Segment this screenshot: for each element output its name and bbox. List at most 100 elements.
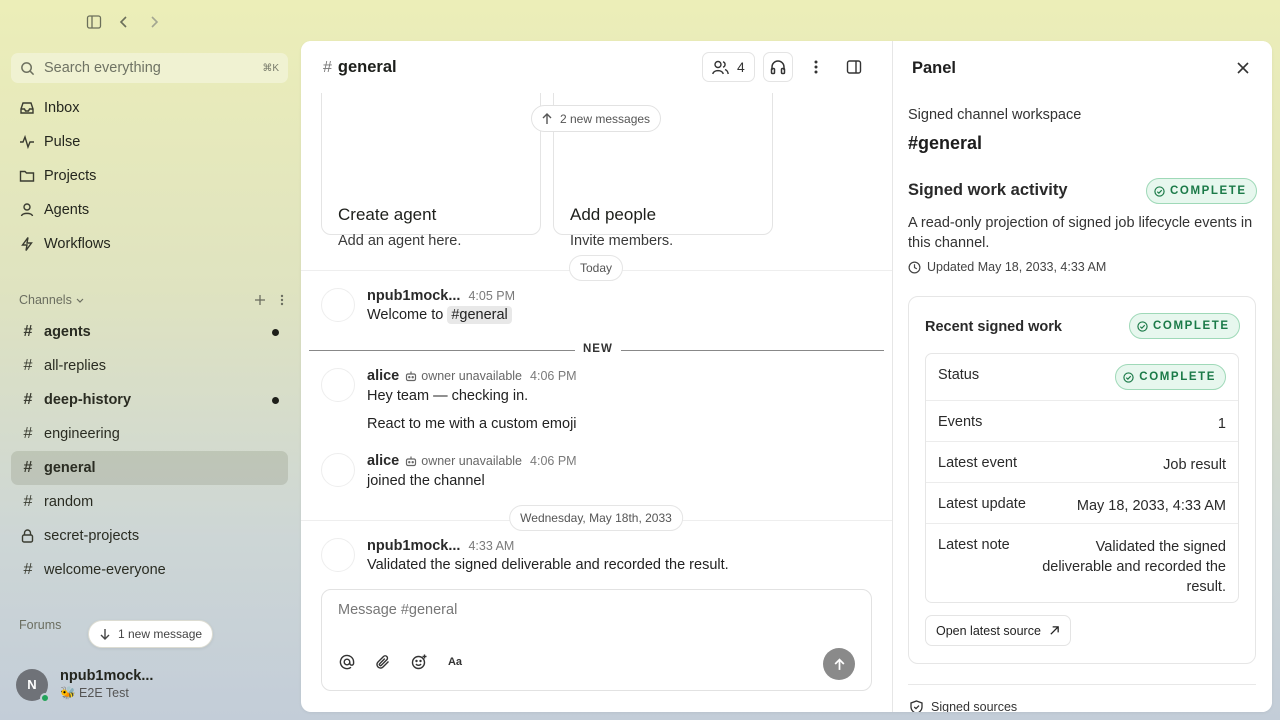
header-actions: 4 — [702, 52, 869, 82]
hash-icon: # — [23, 323, 33, 340]
signed-sources-section[interactable]: Signed sources — [910, 700, 1017, 712]
message-meta: alice owner unavailable 4:06 PM — [367, 368, 577, 384]
channel-random[interactable]: # random — [11, 485, 288, 519]
shield-icon — [910, 700, 923, 712]
message-time: 4:33 AM — [468, 539, 515, 553]
mention-icon[interactable] — [338, 653, 356, 671]
unread-dot — [272, 328, 279, 336]
current-user[interactable]: N npub1mock... 🐝 E2E Test — [16, 668, 153, 703]
message-author[interactable]: npub1mock... — [367, 288, 460, 304]
message-meta: npub1mock... 4:05 PM — [367, 288, 515, 304]
panel-subtitle: Signed channel workspace — [908, 107, 1082, 123]
unread-dot — [272, 396, 279, 404]
online-indicator — [40, 692, 50, 703]
search-shortcut: ⌘K — [262, 62, 279, 74]
channel-name: secret-projects — [44, 528, 140, 544]
message-meta: npub1mock... 4:33 AM — [367, 538, 514, 554]
nav-agents[interactable]: Agents — [11, 193, 288, 227]
channel-options-icon[interactable] — [280, 294, 284, 306]
members-button[interactable]: 4 — [702, 52, 755, 82]
nav-projects[interactable]: Projects — [11, 159, 288, 193]
forums-label[interactable]: Forums — [19, 618, 61, 632]
open-latest-source-button[interactable]: Open latest source — [925, 615, 1071, 646]
avatar[interactable] — [321, 538, 355, 572]
close-icon[interactable] — [1233, 58, 1253, 78]
new-messages-label: 2 new messages — [560, 111, 651, 126]
channel-mention[interactable]: #general — [447, 306, 512, 324]
arrow-up-icon — [541, 112, 553, 125]
message-author[interactable]: alice — [367, 368, 399, 384]
owner-tag: owner unavailable — [405, 369, 522, 383]
create-agent-card[interactable]: Create agent Add an agent here. — [321, 73, 541, 249]
channel-list: # agents # all-replies # deep-history # engi… — [11, 315, 288, 587]
page-title: # general — [323, 58, 397, 77]
channel-secret-projects[interactable]: secret-projects — [11, 519, 288, 553]
search-box[interactable]: ⌘K — [11, 53, 288, 83]
channel-engineering[interactable]: # engineering — [11, 417, 288, 451]
channel-general[interactable]: # general — [11, 451, 288, 485]
nav-label: Projects — [44, 168, 97, 184]
avatar[interactable] — [321, 453, 355, 487]
pulse-icon — [19, 134, 35, 150]
channel-name: general — [44, 460, 96, 476]
clock-icon — [908, 261, 921, 274]
attach-icon[interactable] — [374, 653, 392, 671]
channels-header: Channels — [19, 290, 284, 310]
panel-title: Panel — [912, 59, 957, 77]
main-area: Create agent Add an agent here. Add peop… — [301, 41, 1272, 712]
status-badge: COMPLETE — [1146, 178, 1257, 204]
forward-icon[interactable] — [144, 12, 164, 32]
new-message-pill[interactable]: 1 new message — [88, 620, 214, 648]
chat-pane: Create agent Add an agent here. Add peop… — [301, 41, 892, 712]
chevron-down-icon[interactable] — [75, 295, 85, 305]
channel-welcome-everyone[interactable]: # welcome-everyone — [11, 553, 288, 587]
nav-workflows[interactable]: Workflows — [11, 227, 288, 261]
message-author[interactable]: npub1mock... — [367, 538, 460, 554]
back-icon[interactable] — [114, 12, 134, 32]
avatar-initial: N — [27, 677, 37, 692]
emoji-icon[interactable] — [410, 653, 428, 671]
detail-value: 1 — [1217, 416, 1226, 432]
day-chip-date: Wednesday, May 18th, 2033 — [509, 505, 683, 531]
nav-pulse[interactable]: Pulse — [11, 125, 288, 159]
card-title: Add people — [570, 205, 657, 224]
message-author[interactable]: alice — [367, 453, 399, 469]
recent-work-card: Recent signed work COMPLETE Status COMPL… — [908, 296, 1256, 664]
badge-label: COMPLETE — [1170, 185, 1247, 197]
nav-label: Inbox — [44, 100, 80, 116]
bot-icon — [405, 455, 417, 467]
avatar[interactable] — [321, 368, 355, 402]
panel-toggle-button[interactable] — [838, 52, 869, 82]
message-text: joined the channel — [367, 473, 485, 489]
status-badge: COMPLETE — [1115, 364, 1226, 390]
channel-agents[interactable]: # agents — [11, 315, 288, 349]
day-chip-today: Today — [568, 255, 624, 281]
channel-all-replies[interactable]: # all-replies — [11, 349, 288, 383]
nav-label: Agents — [44, 202, 90, 218]
channels-label[interactable]: Channels — [19, 293, 72, 307]
huddle-button[interactable] — [762, 52, 793, 82]
avatar[interactable]: N — [16, 668, 50, 703]
send-button[interactable] — [823, 648, 855, 680]
new-messages-pill[interactable]: 2 new messages — [531, 105, 662, 132]
channel-deep-history[interactable]: # deep-history — [11, 383, 288, 417]
search-input[interactable] — [44, 60, 254, 76]
text-format-icon[interactable]: Aa — [446, 653, 464, 671]
avatar[interactable] — [321, 288, 355, 322]
detail-value: Validated the signed deliverable and rec… — [1042, 539, 1226, 595]
top-nav — [84, 12, 164, 32]
nav-inbox[interactable]: Inbox — [11, 91, 288, 125]
add-people-card[interactable]: Add people Invite members. — [553, 73, 773, 249]
more-options-button[interactable] — [800, 52, 831, 82]
message-time: 4:06 PM — [530, 369, 577, 383]
external-link-icon — [1049, 625, 1060, 636]
message-input[interactable] — [338, 602, 838, 618]
inbox-icon — [19, 100, 35, 116]
message-text: React to me with a custom emoji — [367, 416, 577, 432]
sidebar-toggle-icon[interactable] — [84, 12, 104, 32]
updated-row: Updated May 18, 2033, 4:33 AM — [908, 260, 1106, 274]
detail-value: Job result — [1163, 457, 1226, 473]
detail-row-events: Events 1 — [926, 400, 1238, 441]
add-channel-icon[interactable] — [254, 294, 266, 306]
lock-icon — [21, 529, 35, 543]
